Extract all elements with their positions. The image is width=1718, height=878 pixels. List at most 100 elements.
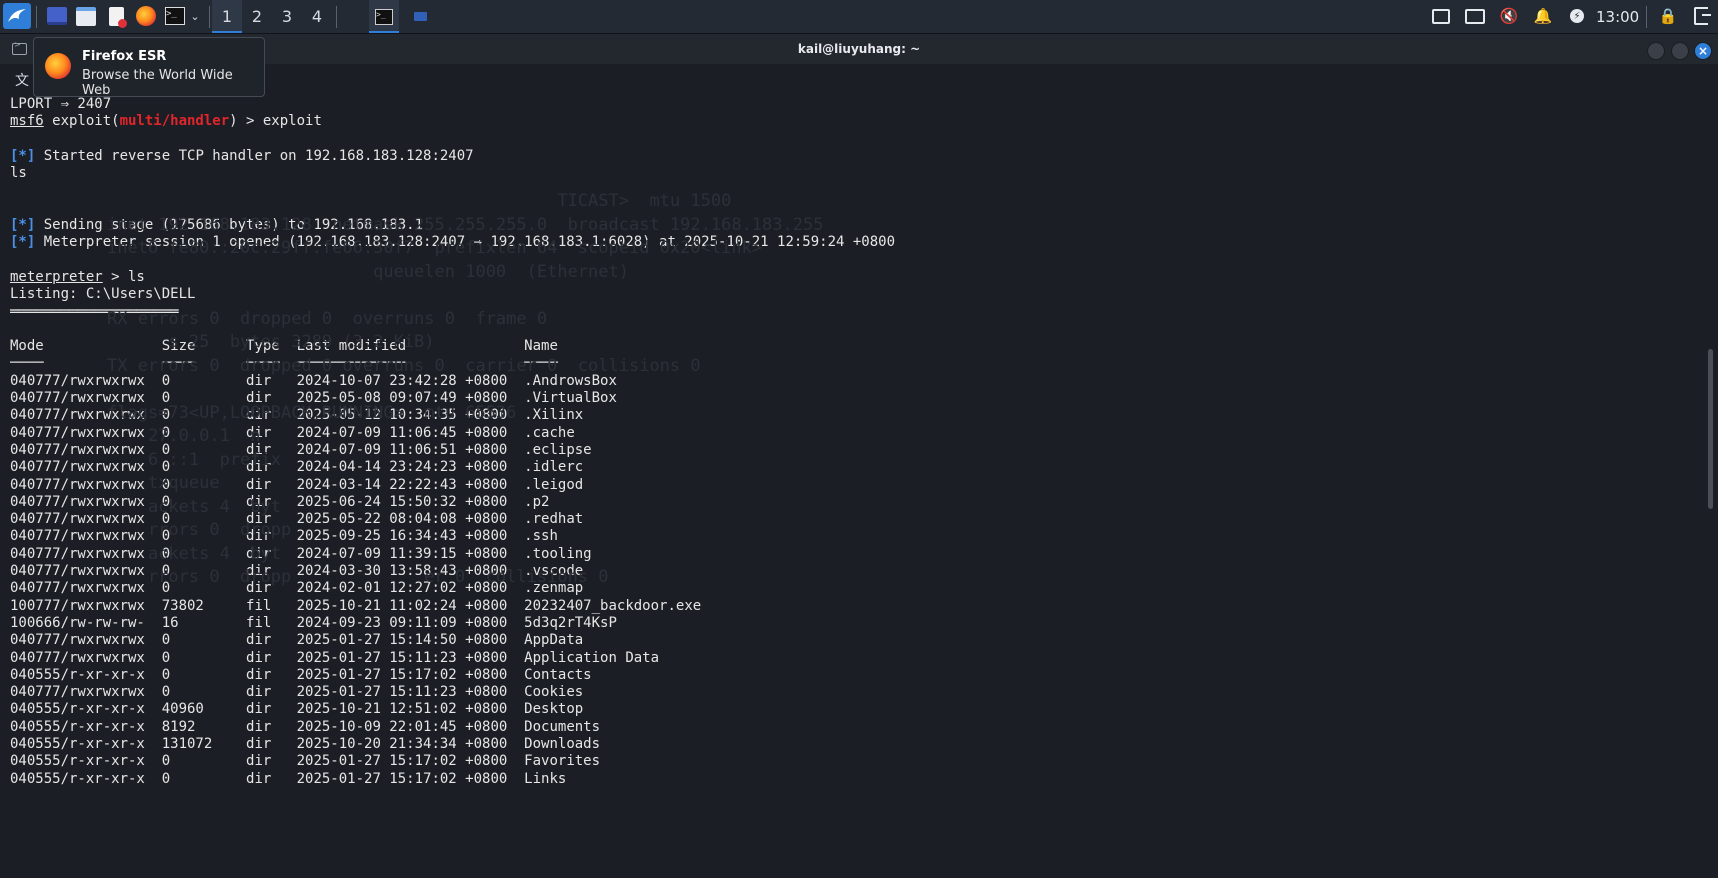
row-cell-1: 0 xyxy=(161,545,247,562)
panel-separator xyxy=(209,6,210,28)
minimize-button[interactable] xyxy=(1647,42,1665,60)
table-row: 040777/rwxrwxrwx 0 dir 2025-01-27 15:14:… xyxy=(10,632,1700,649)
kali-menu-icon[interactable] xyxy=(3,3,31,29)
workspace-3[interactable]: 3 xyxy=(272,0,302,33)
row-cell-0: 100666/rw-rw-rw- xyxy=(10,614,162,631)
table-header-rule: ──── ──── ──── ───────────── ──── xyxy=(10,355,1700,372)
volume-muted-icon[interactable]: 🔇 xyxy=(1497,6,1521,26)
table-row: 040555/r-xr-xr-x 0 dir 2025-01-27 15:17:… xyxy=(10,753,1700,770)
column-header-cell-2: Type xyxy=(246,338,297,355)
row-cell-1: 0 xyxy=(161,424,247,441)
row-cell-3: 2025-01-27 15:11:23 +0800 xyxy=(296,649,525,666)
workspace-label: 1 xyxy=(221,7,233,26)
row-cell-0: 040777/rwxrwxrwx xyxy=(10,441,162,458)
listing-header: Listing: C:\Users\DELL xyxy=(10,286,196,303)
column-rule-cell-3: ───────────── xyxy=(296,355,525,372)
column-header-cell-1: Size xyxy=(161,338,247,355)
taskbar-terminal-window[interactable]: >_ xyxy=(369,0,399,33)
row-cell-2: dir xyxy=(246,632,297,649)
close-button[interactable]: × xyxy=(1694,42,1712,60)
keyboard-icon[interactable] xyxy=(1463,6,1487,26)
column-header-cell-0: Mode xyxy=(10,338,162,355)
row-cell-0: 040777/rwxrwxrwx xyxy=(10,580,162,597)
display-icon[interactable] xyxy=(1430,6,1452,26)
row-cell-1: 0 xyxy=(161,580,247,597)
firefox-tooltip: Firefox ESR Browse the World Wide Web xyxy=(33,37,265,98)
row-cell-1: 16 xyxy=(161,614,247,631)
terminal-scrollbar[interactable] xyxy=(1708,349,1713,509)
row-cell-3: 2025-10-09 22:01:45 +0800 xyxy=(296,718,525,735)
table-row: 040777/rwxrwxrwx 0 dir 2024-02-01 12:27:… xyxy=(10,580,1700,597)
row-cell-4: 20232407_backdoor.exe xyxy=(524,597,702,614)
row-cell-4: Desktop xyxy=(524,701,584,718)
row-cell-3: 2025-01-27 15:17:02 +0800 xyxy=(296,770,525,787)
prompt-command: ) > exploit xyxy=(229,113,322,130)
terminal-output[interactable]: TICAST> mtu 1500 inet 192.168.183.128 net… xyxy=(10,96,1700,876)
taskbar-window-thumbnail[interactable] xyxy=(410,3,430,29)
workspace-2[interactable]: 2 xyxy=(242,0,272,33)
row-cell-1: 0 xyxy=(161,632,247,649)
row-cell-3: 2025-05-22 08:04:08 +0800 xyxy=(296,511,525,528)
row-cell-3: 2025-01-27 15:17:02 +0800 xyxy=(296,666,525,683)
row-cell-3: 2025-05-08 09:07:49 +0800 xyxy=(296,390,525,407)
row-cell-4: Links xyxy=(524,770,567,787)
firefox-icon[interactable] xyxy=(133,3,159,29)
row-cell-1: 0 xyxy=(161,441,247,458)
chevron-down-icon[interactable]: ⌄ xyxy=(188,3,202,29)
notification-bell-icon[interactable]: 🔔 xyxy=(1531,6,1555,26)
row-cell-0: 040777/rwxrwxrwx xyxy=(10,649,162,666)
row-cell-0: 040777/rwxrwxrwx xyxy=(10,424,162,441)
status-marker: [*] xyxy=(10,234,36,251)
msf-prompt-line: msf6 exploit(multi/handler) > exploit xyxy=(10,113,1700,130)
row-cell-4: .eclipse xyxy=(524,441,592,458)
row-cell-0: 040777/rwxrwxrwx xyxy=(10,632,162,649)
row-cell-2: dir xyxy=(246,459,297,476)
row-cell-2: dir xyxy=(246,372,297,389)
row-cell-1: 0 xyxy=(161,753,247,770)
row-cell-2: dir xyxy=(246,684,297,701)
show-desktop-icon[interactable] xyxy=(45,3,69,29)
row-cell-2: dir xyxy=(246,735,297,752)
lock-icon[interactable]: 🔒 xyxy=(1657,6,1679,26)
power-charge-icon[interactable]: ⚡ xyxy=(1566,6,1588,26)
row-cell-0: 040777/rwxrwxrwx xyxy=(10,407,162,424)
row-cell-1: 0 xyxy=(161,563,247,580)
row-cell-2: dir xyxy=(246,701,297,718)
meterpreter-prompt: meterpreter xyxy=(10,268,103,285)
terminal-launcher-icon[interactable]: >_ xyxy=(163,3,187,29)
row-cell-1: 0 xyxy=(161,666,247,683)
row-cell-3: 2025-06-24 15:50:32 +0800 xyxy=(296,493,525,510)
row-cell-0: 040555/r-xr-xr-x xyxy=(10,718,162,735)
row-cell-4: .cache xyxy=(524,424,575,441)
row-cell-3: 2025-09-25 16:34:43 +0800 xyxy=(296,528,525,545)
status-line-session: [*] Meterpreter session 1 opened (192.16… xyxy=(10,234,1700,251)
file-manager-icon[interactable] xyxy=(74,3,98,29)
status-text: Sending stage (175686 bytes) to 192.168.… xyxy=(35,217,424,234)
lport-line: LPORT ⇒ 2407 xyxy=(10,96,112,112)
menu-file[interactable]: 文 xyxy=(15,70,29,90)
row-cell-4: .leigod xyxy=(524,476,584,493)
row-cell-0: 040777/rwxrwxrwx xyxy=(10,476,162,493)
table-row: 040777/rwxrwxrwx 0 dir 2025-05-12 10:34:… xyxy=(10,407,1700,424)
logout-icon[interactable] xyxy=(1690,6,1712,26)
firefox-icon xyxy=(45,53,71,79)
text-editor-icon[interactable] xyxy=(104,3,128,29)
row-cell-4: .tooling xyxy=(524,545,592,562)
row-cell-4: .VirtualBox xyxy=(524,390,617,407)
top-panel: >_ ⌄ 1 2 3 4 >_ 🔇 🔔 ⚡ 13:00 🔒 xyxy=(0,0,1718,34)
workspace-1[interactable]: 1 xyxy=(212,0,242,33)
panel-clock[interactable]: 13:00 xyxy=(1596,8,1639,26)
row-cell-2: fil xyxy=(246,614,297,631)
workspace-4[interactable]: 4 xyxy=(302,0,332,33)
row-cell-0: 040777/rwxrwxrwx xyxy=(10,545,162,562)
row-cell-0: 040777/rwxrwxrwx xyxy=(10,563,162,580)
row-cell-2: dir xyxy=(246,390,297,407)
row-cell-3: 2024-03-30 13:58:43 +0800 xyxy=(296,563,525,580)
table-header: Mode Size Type Last modified Name xyxy=(10,338,1700,355)
row-cell-2: dir xyxy=(246,563,297,580)
row-cell-2: dir xyxy=(246,580,297,597)
maximize-button[interactable] xyxy=(1671,42,1689,60)
row-cell-3: 2024-07-09 11:06:45 +0800 xyxy=(296,424,525,441)
row-cell-1: 0 xyxy=(161,511,247,528)
